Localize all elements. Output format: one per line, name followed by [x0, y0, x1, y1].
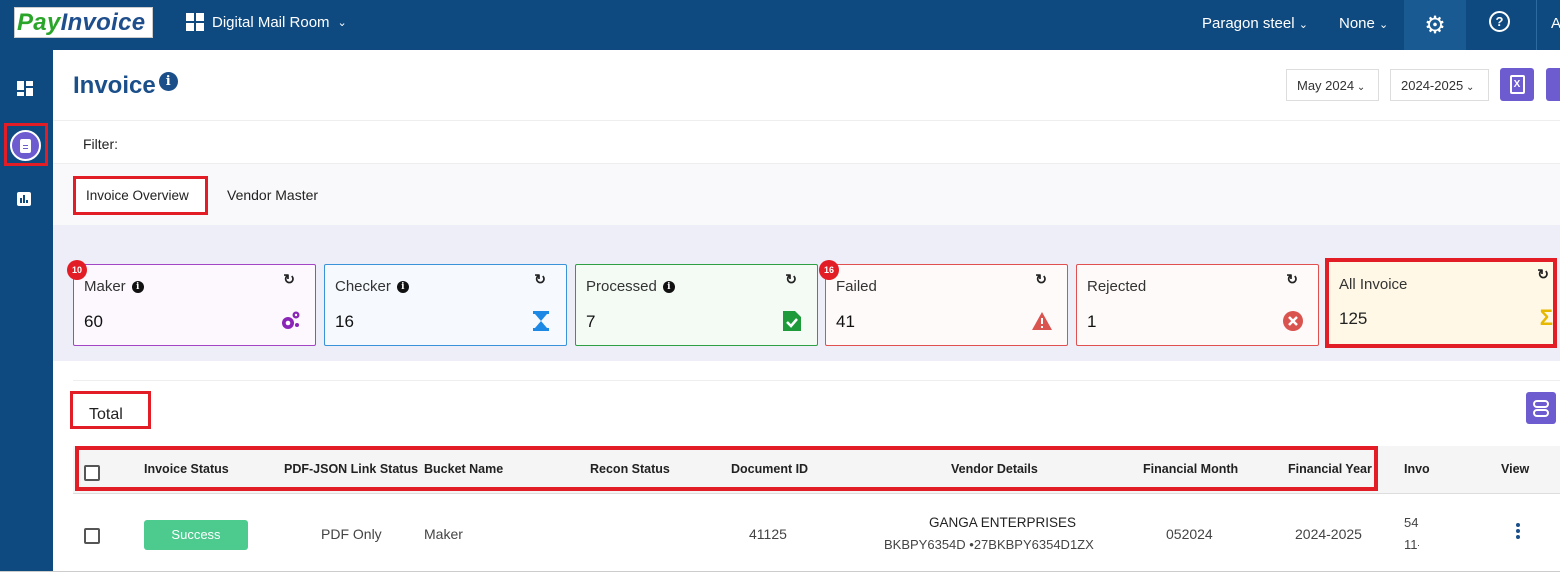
info-icon[interactable]: i [131, 280, 144, 293]
card-rejected[interactable]: Rejected ↻ 1 [1076, 264, 1319, 346]
hourglass-icon [533, 311, 549, 331]
info-icon[interactable]: i [396, 280, 409, 293]
tab-bar: Invoice Overview Vendor Master [53, 164, 1560, 225]
chevron-down-icon: ⌄ [1354, 82, 1366, 93]
financial-year: 2024-2025 [1295, 526, 1362, 542]
chevron-down-icon: ⌄ [337, 16, 347, 29]
card-checker[interactable]: Checker i ↻ 16 [324, 264, 567, 346]
table-section-title: Total [70, 391, 151, 429]
refresh-icon[interactable]: ↻ [1286, 271, 1298, 288]
table-row: Success PDF Only Maker 41125 GANGA ENTER… [73, 497, 1560, 575]
export-excel-button[interactable]: X [1500, 68, 1534, 101]
vendor-ids: BKBPY6354D •27BKBPY6354D1ZX [884, 537, 1094, 552]
file-check-icon [783, 311, 801, 331]
header-highlight [75, 446, 1378, 491]
chevron-down-icon: ⌄ [1463, 82, 1475, 93]
link-status: PDF Only [321, 526, 382, 542]
maker-count-badge: 10 [67, 260, 87, 280]
info-icon[interactable]: i [158, 72, 178, 91]
card-maker[interactable]: Maker i ↻ 60 [73, 264, 316, 346]
app-switcher[interactable]: Digital Mail Room ⌄ [186, 13, 347, 31]
sidebar-item-invoice[interactable] [4, 123, 48, 166]
sigma-icon: Σ [1539, 305, 1553, 330]
col-invoice[interactable]: Invo [1404, 462, 1430, 476]
top-bar: PayInvoice Digital Mail Room ⌄ Paragon s… [0, 0, 1560, 50]
gear-icon: ⚙ [1424, 11, 1446, 39]
year-select[interactable]: 2024-2025 ⌄ [1390, 69, 1489, 101]
card-processed[interactable]: Processed i ↻ 7 [575, 264, 818, 346]
scope-selector[interactable]: None ⌄ [1339, 15, 1388, 32]
status-badge: Success [144, 520, 248, 550]
invoice-date: 11-0 [1404, 537, 1419, 552]
chevron-down-icon: ⌄ [1298, 19, 1308, 31]
failed-count-badge: 16 [819, 260, 839, 280]
document-id: 41125 [749, 526, 787, 542]
tab-invoice-overview[interactable]: Invoice Overview [73, 176, 208, 215]
close-circle-icon [1283, 311, 1303, 331]
payinvoice-logo[interactable]: PayInvoice [14, 7, 153, 38]
settings-button[interactable]: ⚙ [1404, 0, 1466, 50]
dashboard-icon[interactable] [17, 81, 33, 96]
refresh-icon[interactable]: ↻ [1035, 271, 1047, 288]
excel-icon: X [1509, 75, 1525, 94]
page-title: Invoice i [73, 72, 178, 100]
chevron-down-icon: ⌄ [1379, 19, 1389, 31]
warning-icon [1032, 312, 1052, 330]
report-chart-icon[interactable] [17, 192, 31, 206]
filter-bar: Filter: [53, 120, 1560, 164]
user-menu[interactable]: A [1536, 0, 1560, 50]
bucket-name: Maker [424, 526, 463, 542]
org-selector[interactable]: Paragon steel ⌄ [1202, 15, 1308, 32]
cogs-icon [282, 311, 300, 329]
vendor-name: GANGA ENTERPRISES [929, 515, 1077, 530]
col-view[interactable]: View [1501, 462, 1529, 476]
card-failed[interactable]: Failed ↻ 41 [825, 264, 1068, 346]
app-name: Digital Mail Room [212, 13, 330, 31]
window-bottom-edge [0, 571, 1560, 579]
refresh-icon[interactable]: ↻ [534, 271, 546, 288]
refresh-icon[interactable]: ↻ [785, 271, 797, 288]
refresh-icon[interactable]: ↻ [1537, 266, 1549, 283]
apps-grid-icon [186, 13, 204, 31]
extra-action-button[interactable] [1546, 68, 1560, 101]
month-select[interactable]: May 2024 ⌄ [1286, 69, 1379, 101]
help-icon[interactable]: ? [1489, 11, 1510, 32]
invoice-number: 54 [1404, 515, 1419, 530]
tab-vendor-master[interactable]: Vendor Master [227, 176, 318, 215]
refresh-icon[interactable]: ↻ [283, 271, 295, 288]
card-all-invoice[interactable]: All Invoice ↻ 125 Σ [1325, 258, 1557, 348]
main-content: Invoice i May 2024 ⌄ 2024-2025 ⌄ X Filter… [53, 50, 1560, 579]
invoice-doc-icon [10, 130, 41, 161]
info-icon[interactable]: i [662, 280, 675, 293]
more-vert-icon[interactable] [1516, 523, 1520, 541]
financial-month: 052024 [1166, 526, 1213, 542]
columns-toggle-icon[interactable] [1526, 392, 1556, 424]
row-checkbox[interactable] [84, 528, 100, 544]
